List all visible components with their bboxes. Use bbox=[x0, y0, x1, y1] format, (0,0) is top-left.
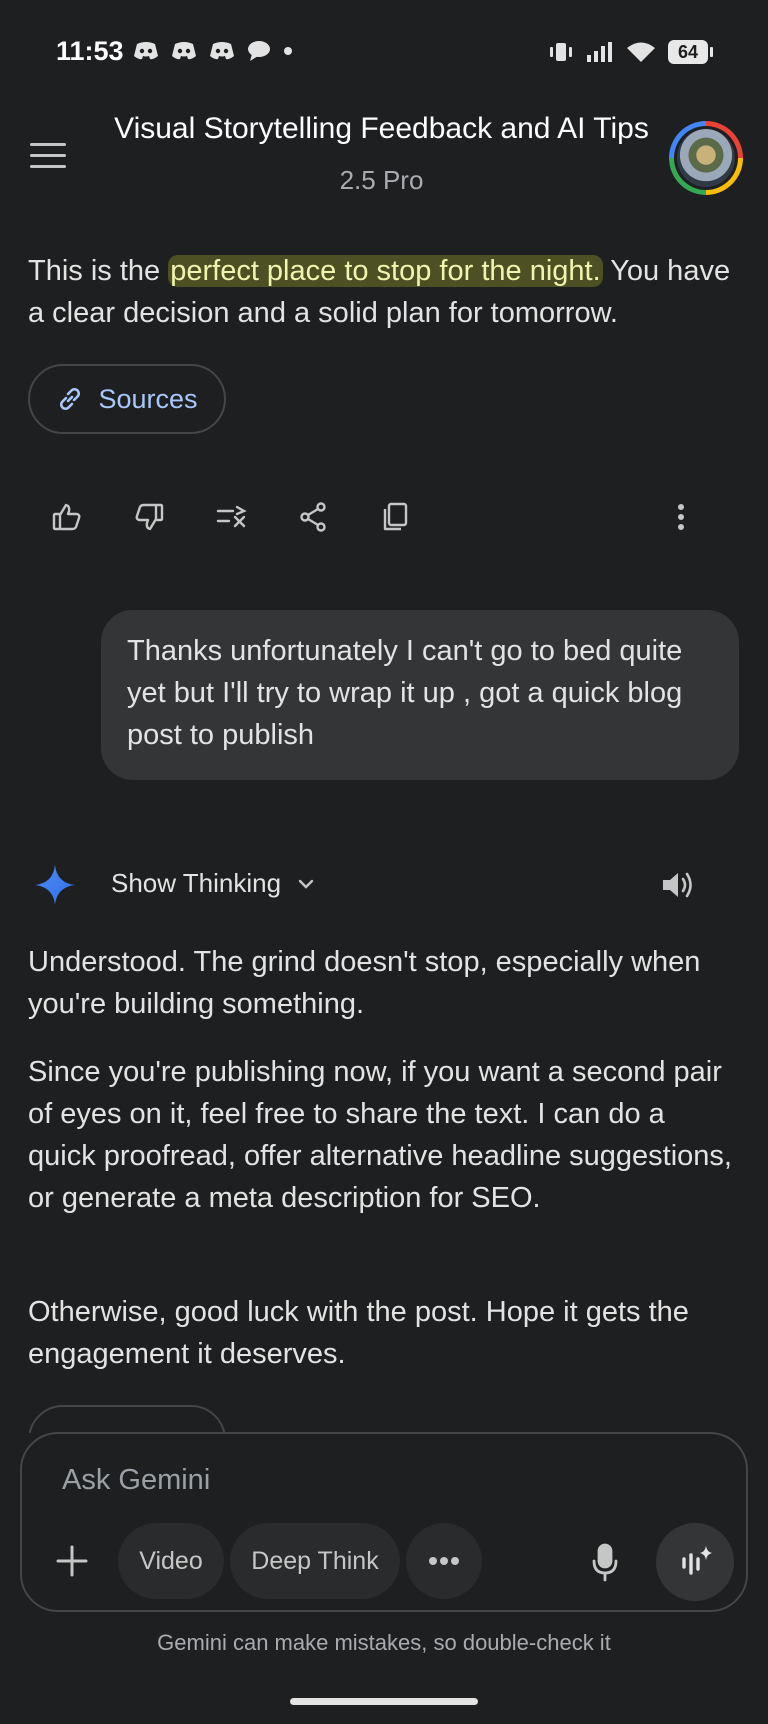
more-tools-button[interactable] bbox=[406, 1523, 482, 1599]
disclaimer-text: Gemini can make mistakes, so double-chec… bbox=[157, 1630, 611, 1655]
live-waveform-icon bbox=[682, 1546, 712, 1575]
signal-icon bbox=[587, 42, 612, 62]
response-paragraph: Since you're publishing now, if you want… bbox=[28, 1056, 732, 1214]
copy-icon[interactable] bbox=[378, 500, 412, 534]
chevron-down-icon bbox=[298, 879, 314, 889]
thumbs-down-icon[interactable] bbox=[132, 500, 166, 534]
response-text: This is the perfect place to stop for th… bbox=[28, 250, 740, 334]
show-thinking-toggle[interactable]: Show Thinking bbox=[111, 868, 315, 899]
response-text-part: This is the bbox=[28, 255, 169, 287]
link-icon bbox=[60, 387, 81, 411]
thumbs-up-icon[interactable] bbox=[50, 500, 84, 534]
status-time: 11:53 bbox=[56, 36, 124, 66]
vibrate-icon bbox=[550, 43, 572, 61]
response-paragraph: Otherwise, good luck with the post. Hope… bbox=[28, 1296, 689, 1370]
profile-photo bbox=[677, 129, 735, 187]
discord-icon bbox=[210, 42, 234, 60]
model-selector[interactable]: 2.5 Pro bbox=[80, 165, 683, 196]
discord-icon bbox=[172, 42, 196, 60]
response-paragraph: Understood. The grind doesn't stop, espe… bbox=[28, 946, 701, 1020]
more-vert-icon[interactable] bbox=[664, 500, 698, 534]
avatar[interactable] bbox=[669, 121, 743, 195]
dot-icon bbox=[284, 47, 292, 55]
conversation-title[interactable]: Visual Storytelling Feedback and AI Tips bbox=[80, 112, 683, 146]
highlighted-text: perfect place to stop for the night. bbox=[168, 255, 603, 287]
show-thinking-label: Show Thinking bbox=[111, 868, 282, 898]
discord-icon bbox=[134, 42, 158, 60]
sources-chip-peek bbox=[0, 1405, 768, 1433]
response-actions bbox=[50, 500, 412, 534]
sources-label: Sources bbox=[98, 383, 198, 414]
home-indicator[interactable] bbox=[290, 1698, 478, 1705]
user-message: Thanks unfortunately I can't go to bed q… bbox=[101, 610, 739, 780]
wifi-icon bbox=[627, 42, 655, 62]
microphone-icon[interactable] bbox=[590, 1543, 620, 1583]
deep-think-chip[interactable]: Deep Think bbox=[230, 1523, 400, 1599]
notification-icons bbox=[133, 40, 293, 62]
share-icon[interactable] bbox=[296, 500, 330, 534]
battery-icon: 64 bbox=[668, 40, 713, 64]
chat-bubble-icon bbox=[248, 41, 270, 61]
sources-button[interactable]: Sources bbox=[28, 364, 226, 434]
gemini-live-button[interactable] bbox=[656, 1523, 734, 1601]
modify-response-icon[interactable] bbox=[214, 500, 248, 534]
menu-icon[interactable] bbox=[30, 143, 66, 169]
gemini-spark-icon bbox=[34, 864, 76, 906]
speaker-icon[interactable] bbox=[660, 868, 696, 902]
system-icons: 64 bbox=[548, 40, 713, 64]
video-chip[interactable]: Video bbox=[118, 1523, 224, 1599]
prompt-input[interactable]: Ask Gemini bbox=[62, 1464, 210, 1497]
add-attachment-icon[interactable] bbox=[52, 1541, 92, 1581]
more-horiz-icon bbox=[429, 1557, 459, 1565]
